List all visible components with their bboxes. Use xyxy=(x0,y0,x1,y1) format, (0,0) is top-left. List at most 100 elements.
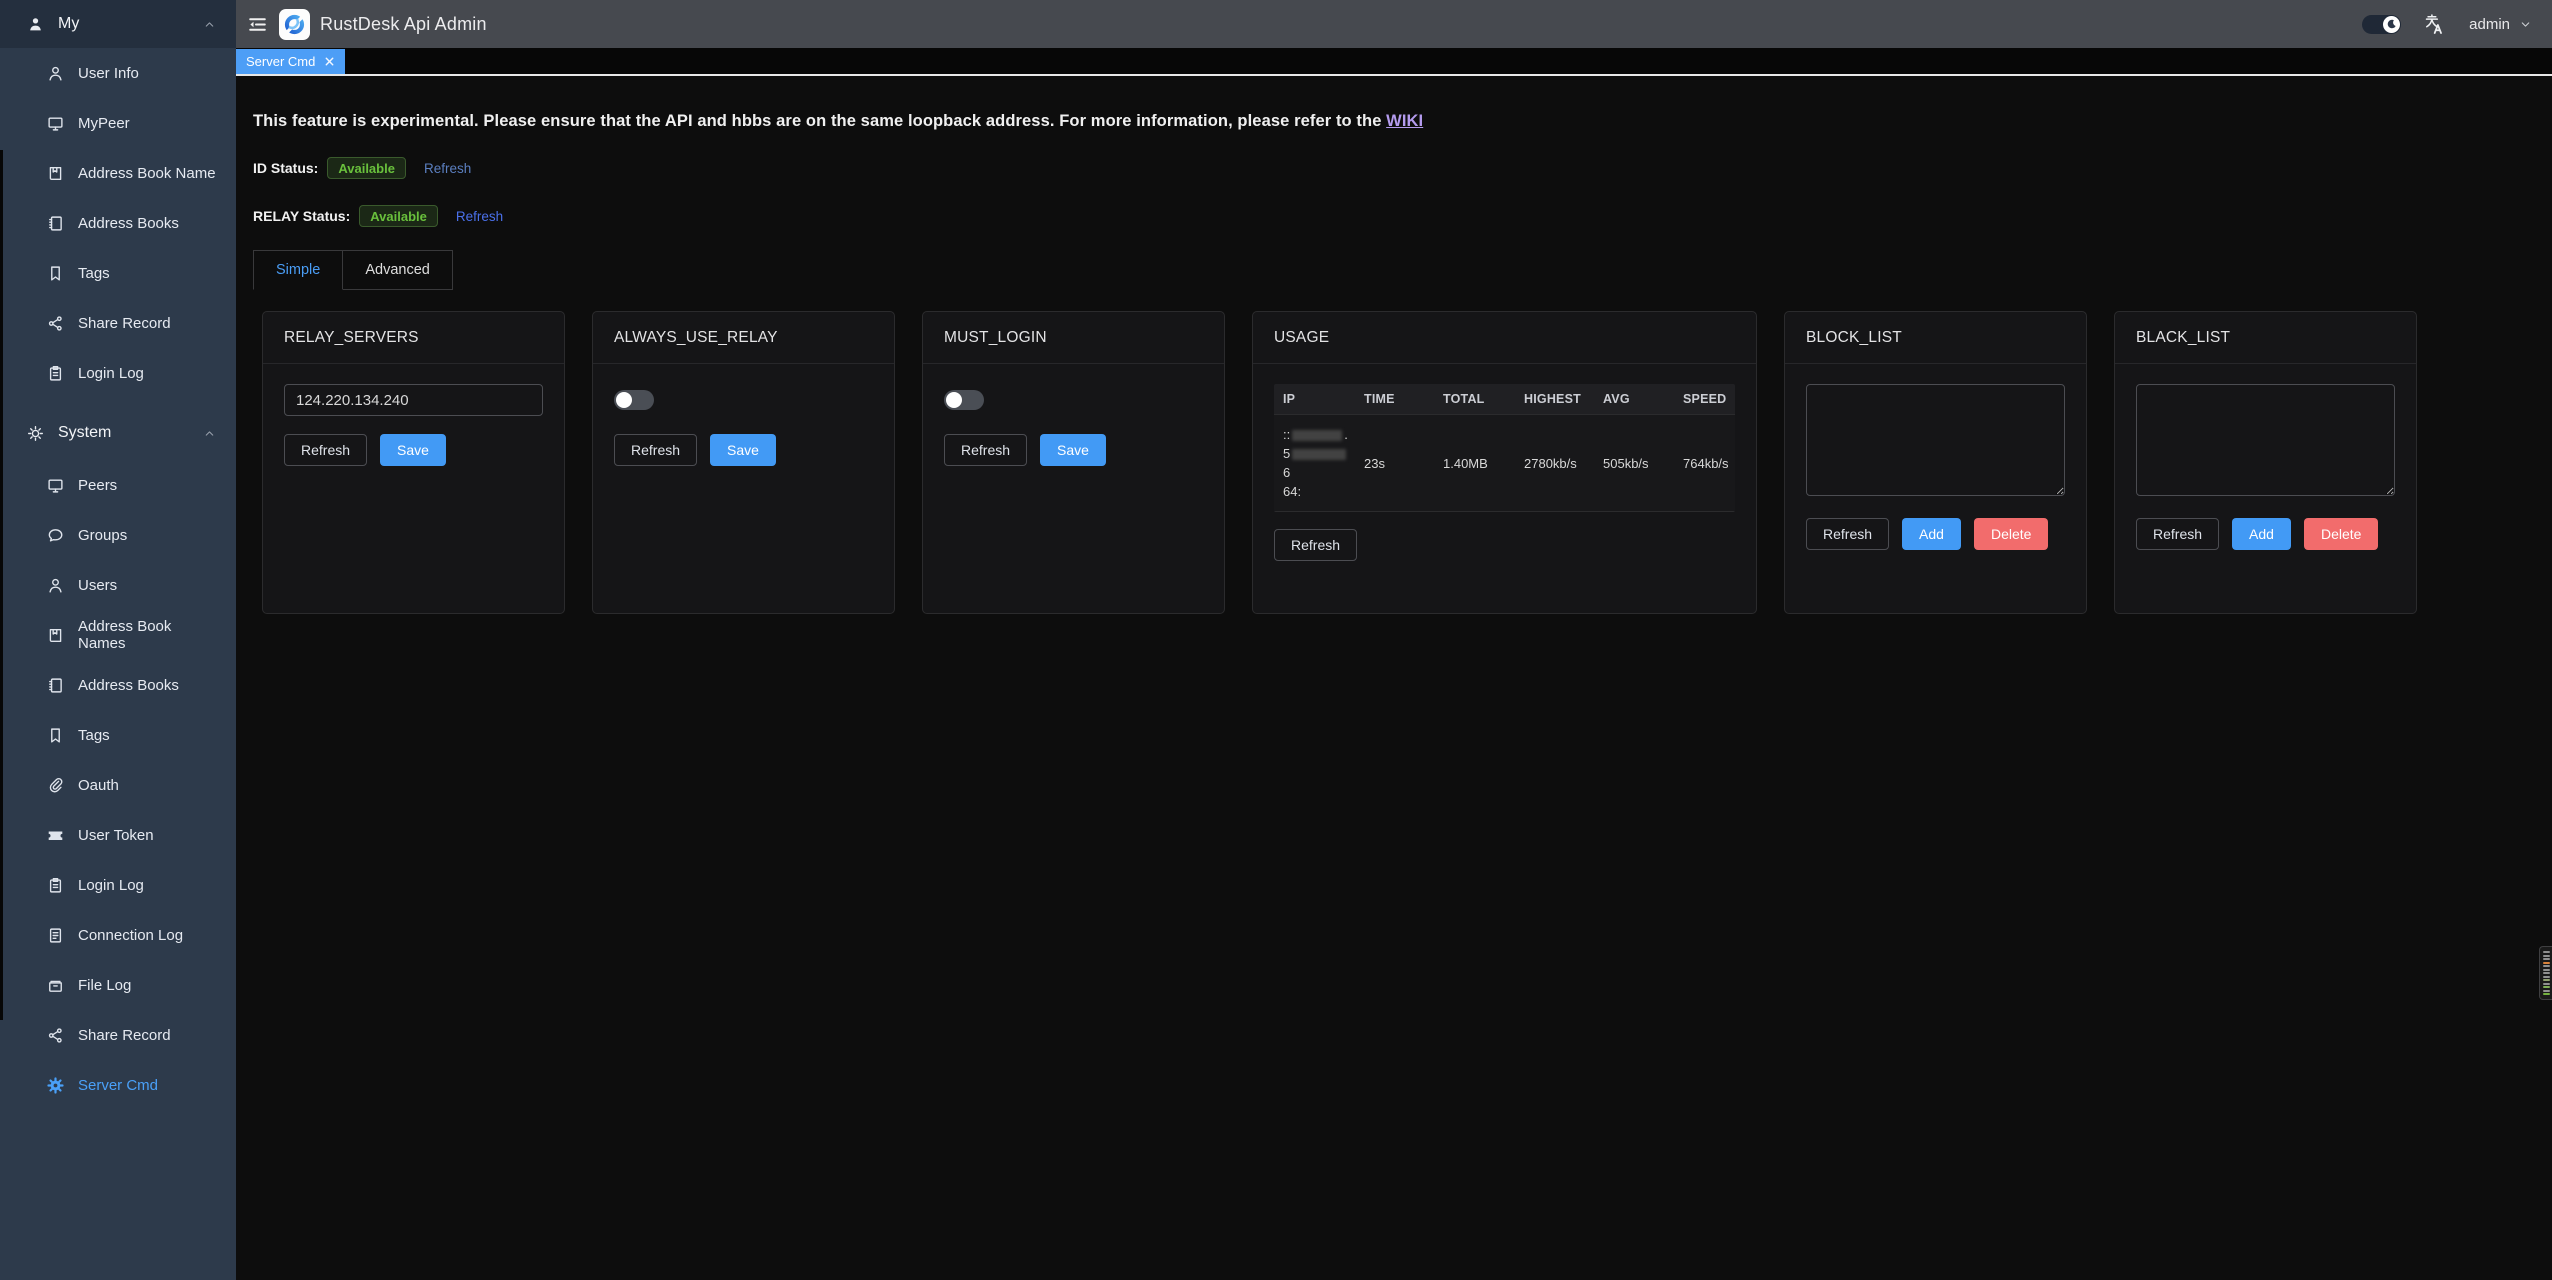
sidebar-item-users[interactable]: Users xyxy=(0,560,236,610)
minimap-bar xyxy=(2543,986,2550,988)
user-name: admin xyxy=(2469,16,2510,33)
sidebar-item-label: Login Log xyxy=(78,877,144,894)
book-icon xyxy=(47,165,64,182)
relay-status-refresh-link[interactable]: Refresh xyxy=(456,209,503,224)
sidebar-item-address-book-names[interactable]: Address Book Names xyxy=(0,610,236,660)
minimap-bar xyxy=(2543,951,2550,953)
sidebar-item-address-books[interactable]: Address Books xyxy=(0,198,236,248)
always-use-relay-refresh-button[interactable]: Refresh xyxy=(614,434,697,466)
black-list-textarea[interactable] xyxy=(2136,384,2395,496)
sidebar-item-label: User Info xyxy=(78,65,139,82)
hamburger-menu-icon[interactable] xyxy=(247,14,268,35)
chat-icon xyxy=(47,527,64,544)
sidebar-item-share-record[interactable]: Share Record xyxy=(0,1010,236,1060)
card-relay-servers: RELAY_SERVERS Refresh Save xyxy=(262,311,565,614)
col-highest: HIGHEST xyxy=(1515,392,1594,406)
tab-advanced[interactable]: Advanced xyxy=(343,250,453,290)
minimap-widget[interactable] xyxy=(2539,946,2552,1000)
translate-icon[interactable] xyxy=(2423,13,2445,35)
minimap-bar xyxy=(2543,962,2550,964)
always-use-relay-toggle[interactable] xyxy=(614,390,654,410)
document-icon xyxy=(47,927,64,944)
sidebar-item-oauth[interactable]: Oauth xyxy=(0,760,236,810)
sidebar-item-file-log[interactable]: File Log xyxy=(0,960,236,1010)
tab-server-cmd[interactable]: Server Cmd xyxy=(236,49,345,74)
monitor-icon xyxy=(47,477,64,494)
share-icon xyxy=(47,1027,64,1044)
sidebar-section-my[interactable]: My xyxy=(0,0,236,48)
sidebar-item-login-log[interactable]: Login Log xyxy=(0,860,236,910)
minimap-bar xyxy=(2543,990,2550,992)
wiki-link[interactable]: WIKI xyxy=(1386,112,1423,130)
black-list-add-button[interactable]: Add xyxy=(2232,518,2291,550)
cell-total: 1.40MB xyxy=(1434,456,1515,471)
usage-refresh-button[interactable]: Refresh xyxy=(1274,529,1357,561)
sidebar-item-label: User Token xyxy=(78,827,154,844)
experimental-notice: This feature is experimental. Please ens… xyxy=(253,112,2552,131)
sidebar-item-peers[interactable]: Peers xyxy=(0,460,236,510)
card-title: MUST_LOGIN xyxy=(923,312,1224,364)
relay-status-row: RELAY Status: Available Refresh xyxy=(253,205,2552,227)
card-must-login: MUST_LOGIN Refresh Save xyxy=(922,311,1225,614)
sidebar-item-tags[interactable]: Tags xyxy=(0,710,236,760)
dark-mode-toggle[interactable] xyxy=(2362,15,2401,34)
block-list-delete-button[interactable]: Delete xyxy=(1974,518,2048,550)
sidebar-item-label: Tags xyxy=(78,265,110,282)
minimap-bar xyxy=(2543,983,2550,985)
must-login-toggle[interactable] xyxy=(944,390,984,410)
tab-simple[interactable]: Simple xyxy=(253,250,343,290)
sidebar-item-label: MyPeer xyxy=(78,115,130,132)
id-status-refresh-link[interactable]: Refresh xyxy=(424,161,471,176)
id-status-label: ID Status: xyxy=(253,160,318,176)
sidebar-section-system[interactable]: System xyxy=(0,406,236,460)
user-menu[interactable]: admin xyxy=(2469,16,2532,33)
must-login-save-button[interactable]: Save xyxy=(1040,434,1106,466)
black-list-delete-button[interactable]: Delete xyxy=(2304,518,2378,550)
sidebar-item-login-log[interactable]: Login Log xyxy=(0,348,236,398)
sidebar-item-label: Address Book Names xyxy=(78,618,218,652)
sidebar-item-label: Address Books xyxy=(78,677,179,694)
col-time: TIME xyxy=(1355,392,1434,406)
rustdesk-admin-app: My User Info MyPeer Address Book Name Addres… xyxy=(0,0,2552,1280)
always-use-relay-save-button[interactable]: Save xyxy=(710,434,776,466)
tab-close-icon[interactable] xyxy=(324,56,335,67)
sidebar-item-address-book-name[interactable]: Address Book Name xyxy=(0,148,236,198)
sidebar-item-connection-log[interactable]: Connection Log xyxy=(0,910,236,960)
monitor-icon xyxy=(47,115,64,132)
block-list-add-button[interactable]: Add xyxy=(1902,518,1961,550)
sidebar-item-mypeer[interactable]: MyPeer xyxy=(0,98,236,148)
notebook-icon xyxy=(47,677,64,694)
minimap-bar xyxy=(2543,955,2550,957)
sidebar-item-server-cmd[interactable]: Server Cmd xyxy=(0,1060,236,1110)
minimap-bar xyxy=(2543,969,2550,971)
relay-servers-save-button[interactable]: Save xyxy=(380,434,446,466)
clipboard-icon xyxy=(47,877,64,894)
sidebar-item-tags[interactable]: Tags xyxy=(0,248,236,298)
sidebar-item-groups[interactable]: Groups xyxy=(0,510,236,560)
sidebar-item-user-token[interactable]: User Token xyxy=(0,810,236,860)
minimap-bar xyxy=(2543,976,2550,978)
chevron-down-icon xyxy=(2519,18,2532,31)
card-usage: USAGE IP TIME TOTAL HIGHEST AVG SPEED xyxy=(1252,311,1757,614)
gear-icon xyxy=(27,425,44,442)
cell-highest: 2780kb/s xyxy=(1515,456,1594,471)
sidebar-item-label: Server Cmd xyxy=(78,1077,158,1094)
relay-servers-refresh-button[interactable]: Refresh xyxy=(284,434,367,466)
block-list-refresh-button[interactable]: Refresh xyxy=(1806,518,1889,550)
notice-text: This feature is experimental. Please ens… xyxy=(253,112,1386,130)
screen-edge-artifact xyxy=(0,150,3,1020)
sidebar-item-label: Connection Log xyxy=(78,927,183,944)
tab-strip: Server Cmd xyxy=(236,48,2552,76)
sidebar-item-share-record[interactable]: Share Record xyxy=(0,298,236,348)
relay-status-label: RELAY Status: xyxy=(253,208,350,224)
sidebar-item-address-books[interactable]: Address Books xyxy=(0,660,236,710)
must-login-refresh-button[interactable]: Refresh xyxy=(944,434,1027,466)
block-list-textarea[interactable] xyxy=(1806,384,2065,496)
link-icon xyxy=(47,777,64,794)
minimap-bar xyxy=(2543,958,2550,960)
sidebar-item-label: Address Book Name xyxy=(78,165,216,182)
black-list-refresh-button[interactable]: Refresh xyxy=(2136,518,2219,550)
sidebar-item-user-info[interactable]: User Info xyxy=(0,48,236,98)
relay-servers-input[interactable] xyxy=(284,384,543,416)
id-status-row: ID Status: Available Refresh xyxy=(253,157,2552,179)
